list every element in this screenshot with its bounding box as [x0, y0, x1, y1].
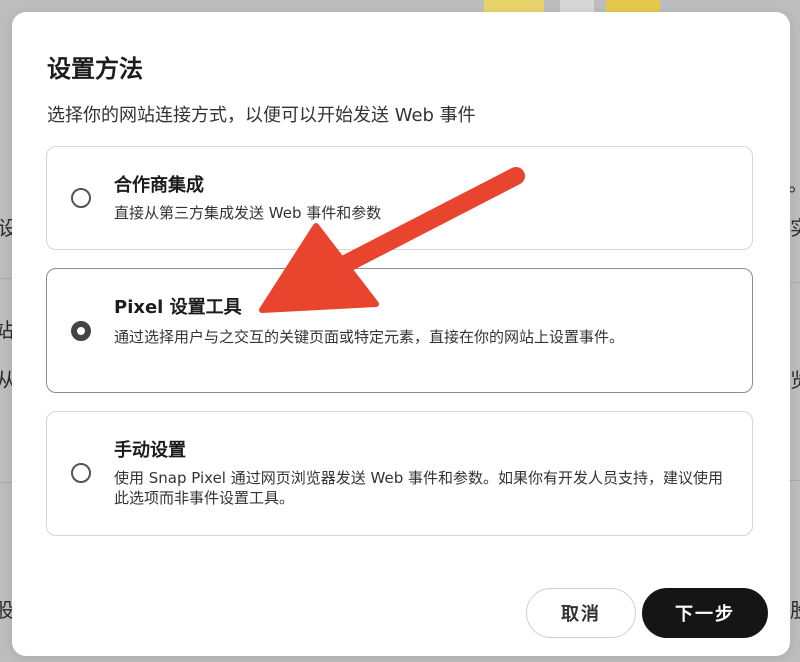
background-divider	[0, 482, 12, 483]
option-description: 通过选择用户与之交互的关键页面或特定元素，直接在你的网站上设置事件。	[114, 328, 625, 346]
option-description: 直接从第三方集成发送 Web 事件和参数	[114, 204, 382, 222]
option-manual-setup[interactable]: 手动设置 使用 Snap Pixel 通过网页浏览器发送 Web 事件和参数。如…	[46, 411, 753, 536]
option-partner-integration[interactable]: 合作商集成 直接从第三方集成发送 Web 事件和参数	[46, 146, 753, 250]
background-divider	[790, 480, 800, 481]
dialog-title: 设置方法	[47, 55, 143, 83]
background-text-fragment: 实	[790, 216, 800, 240]
background-text-fragment: 股	[790, 598, 800, 622]
background-divider	[0, 278, 12, 279]
dialog-subtitle: 选择你的网站连接方式，以便可以开始发送 Web 事件	[47, 105, 476, 126]
cancel-button[interactable]: 取消	[526, 588, 636, 638]
option-title: 手动设置	[114, 440, 186, 461]
option-description: 使用 Snap Pixel 通过网页浏览器发送 Web 事件和参数。如果你有开发…	[114, 469, 723, 507]
option-title: 合作商集成	[114, 175, 204, 196]
next-button[interactable]: 下一步	[642, 588, 768, 638]
option-pixel-setup-tool[interactable]: Pixel 设置工具 通过选择用户与之交互的关键页面或特定元素，直接在你的网站上…	[46, 268, 753, 393]
background-divider	[790, 282, 800, 283]
radio-button-checked[interactable]	[71, 321, 91, 341]
background-text-fragment: 览	[790, 368, 800, 392]
option-title: Pixel 设置工具	[114, 297, 242, 318]
radio-button[interactable]	[71, 188, 91, 208]
setup-method-dialog: 设置方法 选择你的网站连接方式，以便可以开始发送 Web 事件 合作商集成 直接…	[12, 12, 790, 656]
radio-button[interactable]	[71, 463, 91, 483]
